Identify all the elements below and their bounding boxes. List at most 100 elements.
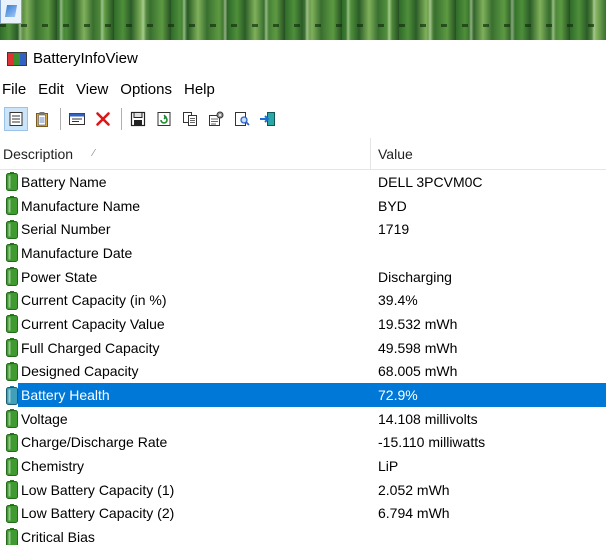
description-cell: Battery Health bbox=[0, 383, 371, 407]
toolbar bbox=[0, 102, 606, 136]
row-description: Low Battery Capacity (1) bbox=[21, 481, 175, 498]
exit-icon bbox=[259, 111, 277, 127]
save-icon bbox=[130, 111, 146, 127]
description-cell: Critical Bias bbox=[0, 525, 371, 545]
menu-edit[interactable]: Edit bbox=[34, 81, 72, 98]
table-row[interactable]: Current Capacity (in %) 39.4% bbox=[0, 288, 606, 312]
battery-icon bbox=[0, 172, 18, 192]
table-row[interactable]: Manufacture Date bbox=[0, 241, 606, 265]
menu-bar: File Edit View Options Help bbox=[0, 78, 606, 100]
table-row[interactable]: Low Battery Capacity (2) 6.794 mWh bbox=[0, 502, 606, 526]
table-row[interactable]: Manufacture Name BYD bbox=[0, 194, 606, 218]
desktop-wallpaper bbox=[0, 0, 606, 40]
battery-icon bbox=[0, 243, 18, 263]
row-description: Low Battery Capacity (2) bbox=[21, 505, 175, 522]
row-value: BYD bbox=[378, 197, 407, 214]
refresh-icon bbox=[156, 111, 172, 127]
title-bar[interactable]: BatteryInfoView bbox=[0, 40, 606, 77]
battery-icon bbox=[0, 196, 18, 216]
row-description: Chemistry bbox=[21, 458, 85, 475]
table-row[interactable]: Battery Health 72.9% bbox=[0, 383, 606, 407]
find-button[interactable] bbox=[230, 107, 254, 131]
menu-help[interactable]: Help bbox=[180, 81, 223, 98]
description-cell: Designed Capacity bbox=[0, 360, 371, 384]
row-value: 2.052 mWh bbox=[378, 481, 450, 498]
battery-icon bbox=[0, 361, 18, 381]
row-description: Serial Number bbox=[21, 221, 111, 238]
save-button[interactable] bbox=[126, 107, 150, 131]
description-cell: Battery Name bbox=[0, 170, 371, 194]
battery-icon bbox=[0, 290, 18, 310]
row-description: Battery Name bbox=[21, 173, 107, 190]
description-cell: Low Battery Capacity (1) bbox=[0, 478, 371, 502]
battery-icon bbox=[0, 219, 18, 239]
description-cell: Charge/Discharge Rate bbox=[0, 431, 371, 455]
battery-info-list[interactable]: Description ⁄ Value Battery Name DELL 3PC… bbox=[0, 138, 606, 545]
row-value bbox=[371, 525, 378, 545]
row-value: 39.4% bbox=[378, 292, 418, 309]
delete-button[interactable] bbox=[91, 107, 115, 131]
find-icon bbox=[234, 111, 250, 127]
row-description: Manufacture Name bbox=[21, 197, 141, 214]
window-icon bbox=[68, 111, 86, 127]
battery-icon bbox=[0, 456, 18, 476]
row-value: 6.794 mWh bbox=[378, 505, 450, 522]
row-description: Voltage bbox=[21, 410, 68, 427]
table-row[interactable]: Voltage 14.108 millivolts bbox=[0, 407, 606, 431]
row-description: Current Capacity Value bbox=[21, 315, 165, 332]
table-row[interactable]: Serial Number 1719 bbox=[0, 217, 606, 241]
table-row[interactable]: Designed Capacity 68.005 mWh bbox=[0, 360, 606, 384]
menu-file[interactable]: File bbox=[0, 81, 34, 98]
description-cell: Manufacture Name bbox=[0, 194, 371, 218]
description-cell: Serial Number bbox=[0, 217, 371, 241]
table-row[interactable]: Current Capacity Value 19.532 mWh bbox=[0, 312, 606, 336]
column-description-label: Description bbox=[3, 145, 74, 162]
exit-button[interactable] bbox=[256, 107, 280, 131]
column-header-value[interactable]: Value bbox=[371, 138, 413, 169]
menu-options[interactable]: Options bbox=[116, 81, 180, 98]
row-description: Designed Capacity bbox=[21, 363, 139, 380]
row-value: 72.9% bbox=[371, 383, 606, 407]
table-row[interactable]: Full Charged Capacity 49.598 mWh bbox=[0, 336, 606, 360]
row-description: Battery Health bbox=[18, 383, 114, 407]
properties-view-icon bbox=[8, 111, 24, 127]
description-cell: Manufacture Date bbox=[0, 241, 371, 265]
row-description: Manufacture Date bbox=[21, 244, 133, 261]
column-header-description[interactable]: Description ⁄ bbox=[0, 138, 371, 169]
battery-icon bbox=[0, 503, 18, 523]
battery-icon bbox=[0, 480, 18, 500]
description-cell: Full Charged Capacity bbox=[0, 336, 371, 360]
battery-icon bbox=[0, 527, 18, 545]
properties-button[interactable] bbox=[204, 107, 228, 131]
table-row[interactable]: Chemistry LiP bbox=[0, 454, 606, 478]
copy-icon bbox=[182, 111, 198, 127]
delete-icon bbox=[95, 111, 111, 127]
description-cell: Current Capacity (in %) bbox=[0, 288, 371, 312]
menu-view[interactable]: View bbox=[72, 81, 116, 98]
column-value-label: Value bbox=[378, 145, 413, 162]
row-value: DELL 3PCVM0C bbox=[378, 173, 483, 190]
battery-icon bbox=[0, 432, 18, 452]
copy-button[interactable] bbox=[178, 107, 202, 131]
desktop-shortcut-icon[interactable] bbox=[0, 0, 22, 24]
description-cell: Current Capacity Value bbox=[0, 312, 371, 336]
table-row[interactable]: Low Battery Capacity (1) 2.052 mWh bbox=[0, 478, 606, 502]
row-value: 49.598 mWh bbox=[378, 339, 458, 356]
bamboo-nodes bbox=[0, 24, 606, 27]
table-row[interactable]: Charge/Discharge Rate -15.110 milliwatts bbox=[0, 431, 606, 455]
refresh-button[interactable] bbox=[152, 107, 176, 131]
description-cell: Voltage bbox=[0, 407, 371, 431]
table-row[interactable]: Battery Name DELL 3PCVM0C bbox=[0, 170, 606, 194]
row-value: 68.005 mWh bbox=[378, 363, 458, 380]
clipboard-button[interactable] bbox=[30, 107, 54, 131]
table-row[interactable]: Power State Discharging bbox=[0, 265, 606, 289]
row-value: 19.532 mWh bbox=[378, 315, 458, 332]
row-value: 14.108 millivolts bbox=[378, 410, 478, 427]
window-button[interactable] bbox=[65, 107, 89, 131]
row-value: LiP bbox=[378, 458, 399, 475]
description-cell: Power State bbox=[0, 265, 371, 289]
table-row[interactable]: Critical Bias bbox=[0, 525, 606, 545]
properties-view-button[interactable] bbox=[4, 107, 28, 131]
clipboard-icon bbox=[34, 111, 50, 127]
battery-icon bbox=[0, 385, 18, 405]
